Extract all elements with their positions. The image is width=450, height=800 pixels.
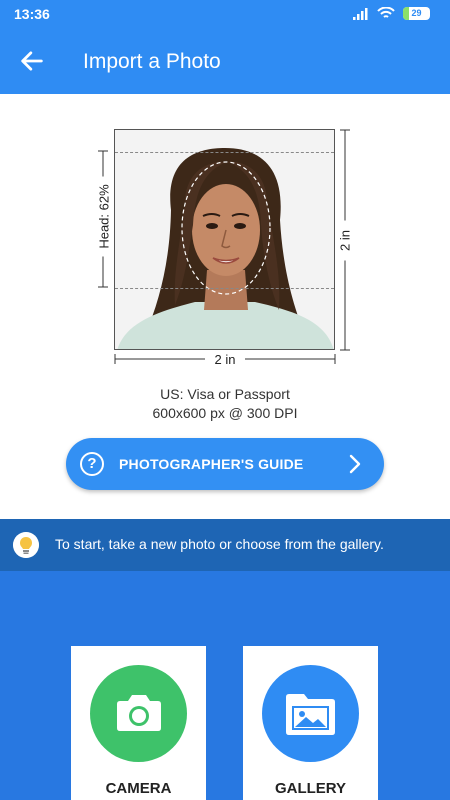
sample-portrait-image — [115, 130, 334, 349]
gallery-icon-circle — [262, 665, 359, 762]
camera-button[interactable]: CAMERA — [71, 646, 206, 800]
signal-icon — [353, 7, 368, 20]
width-label: 2 in — [205, 352, 245, 367]
photo-frame — [114, 129, 335, 350]
source-selection-area: CAMERA GALLERY — [0, 571, 450, 800]
app-bar: Import a Photo — [0, 28, 450, 94]
back-arrow-icon[interactable] — [18, 47, 46, 75]
lightbulb-icon — [13, 532, 39, 558]
chevron-right-icon — [349, 454, 361, 474]
tip-banner: To start, take a new photo or choose fro… — [0, 519, 450, 571]
wifi-icon — [377, 7, 395, 18]
status-time: 13:36 — [14, 6, 50, 22]
photo-format-caption: US: Visa or Passport — [160, 386, 290, 402]
guide-button-label: PHOTOGRAPHER'S GUIDE — [119, 456, 304, 472]
head-top-guide — [115, 152, 334, 153]
camera-icon — [117, 695, 161, 731]
gallery-label: GALLERY — [274, 780, 347, 797]
status-icons: 29 — [353, 7, 430, 20]
camera-label: CAMERA — [105, 780, 172, 797]
help-icon: ? — [80, 452, 104, 476]
page-title: Import a Photo — [83, 50, 221, 73]
photo-resolution-caption: 600x600 px @ 300 DPI — [152, 405, 298, 421]
battery-level: 29 — [411, 8, 422, 18]
tip-text: To start, take a new photo or choose fro… — [55, 536, 384, 552]
status-bar: 13:36 29 — [0, 0, 450, 28]
head-percentage-label: Head: 62% — [96, 176, 112, 257]
gallery-button[interactable]: GALLERY — [243, 646, 378, 800]
photographers-guide-button[interactable]: ? PHOTOGRAPHER'S GUIDE — [66, 438, 384, 490]
chin-guide — [115, 288, 334, 289]
gallery-folder-icon — [286, 694, 335, 735]
height-label: 2 in — [337, 220, 353, 261]
battery-icon: 29 — [403, 7, 430, 20]
camera-icon-circle — [90, 665, 187, 762]
